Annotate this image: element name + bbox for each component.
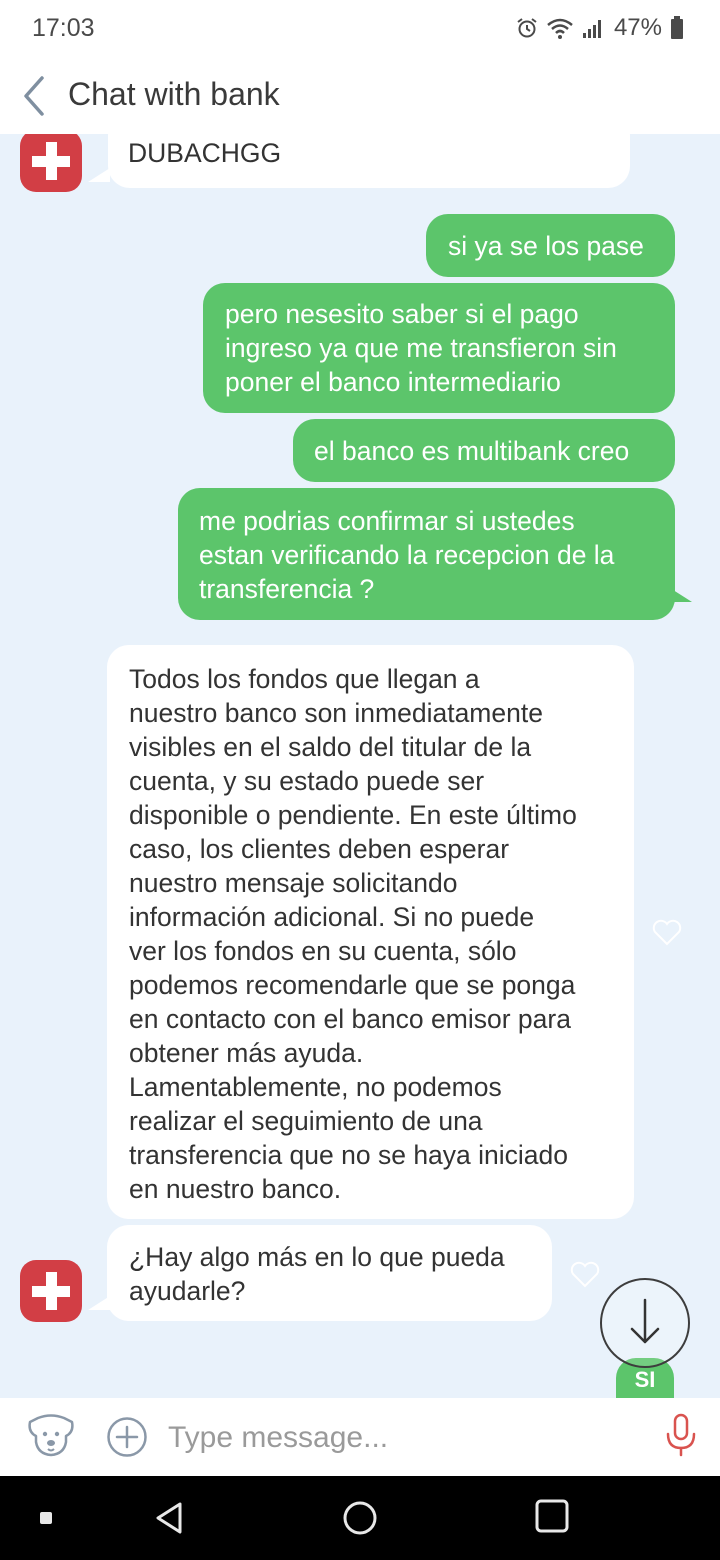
- message-line: pero nesesito saber si el pago: [225, 299, 579, 329]
- nav-indicator-icon: [40, 1512, 52, 1524]
- message-outgoing[interactable]: el banco es multibank creo: [293, 419, 675, 482]
- message-line: en contacto con el banco emisor para: [129, 1004, 571, 1034]
- message-line: caso, los clientes deben esperar: [129, 834, 510, 864]
- message-line: ver los fondos en su cuenta, sólo: [129, 936, 517, 966]
- battery-icon: [671, 16, 683, 39]
- bank-avatar: [20, 1260, 82, 1322]
- status-time: 17:03: [32, 14, 95, 42]
- message-line: me podrias confirmar si ustedes: [199, 506, 575, 536]
- back-button[interactable]: [16, 74, 56, 118]
- message-text: si ya se los pase: [448, 231, 644, 261]
- message-line: transferencia que no se haya iniciado: [129, 1140, 569, 1170]
- message-input[interactable]: [166, 1412, 640, 1464]
- triangle-back-icon: [156, 1502, 182, 1534]
- message-line: cuenta, y su estado puede ser: [129, 766, 485, 796]
- system-nav-bar: [0, 1476, 720, 1560]
- message-text: el banco es multibank creo: [314, 436, 630, 466]
- chat-area[interactable]: DUBACHGG si ya se los pase pero nesesito…: [0, 134, 720, 1398]
- message-line: podemos recomendarle que se ponga: [129, 970, 576, 1000]
- chevron-left-icon: [24, 76, 44, 116]
- app-bar: Chat with bank: [0, 56, 720, 134]
- dog-button[interactable]: [26, 1412, 76, 1458]
- message-incoming[interactable]: DUBACHGG: [108, 134, 630, 188]
- message-text: DUBACHGG: [128, 138, 282, 168]
- message-line: en nuestro banco.: [129, 1174, 342, 1204]
- message-incoming[interactable]: ¿Hay algo más en lo que pueda ayudarle?: [107, 1225, 552, 1321]
- message-line: ingreso ya que me transfieron sin: [225, 333, 617, 363]
- message-line: estan verificando la recepcion de la: [199, 540, 615, 570]
- message-line: obtener más ayuda.: [129, 1038, 364, 1068]
- square-overview-icon: [535, 1499, 569, 1533]
- message-line: poner el banco intermediario: [225, 367, 561, 397]
- bank-avatar: [20, 134, 82, 192]
- message-line: Lamentablemente, no podemos: [129, 1072, 502, 1102]
- wifi-icon: [547, 18, 573, 39]
- status-bar: 17:03 47%: [0, 0, 720, 56]
- circle-home-icon: [343, 1501, 377, 1535]
- message-outgoing[interactable]: me podrias confirmar si ustedes estan ve…: [178, 488, 675, 620]
- nav-overview-button[interactable]: [534, 1498, 570, 1534]
- message-line: ayudarle?: [129, 1276, 246, 1306]
- message-line: información adicional. Si no puede: [129, 902, 535, 932]
- message-line: realizar el seguimiento de una: [129, 1106, 483, 1136]
- message-line: ¿Hay algo más en lo que pueda: [129, 1242, 505, 1272]
- plus-circle-icon: [107, 1417, 147, 1457]
- message-incoming[interactable]: Todos los fondos que llegan a nuestro ba…: [107, 645, 634, 1219]
- heart-icon[interactable]: [570, 1260, 600, 1288]
- nav-back-button[interactable]: [150, 1498, 190, 1538]
- add-attachment-button[interactable]: [106, 1416, 148, 1458]
- message-line: nuestro banco son inmediatamente: [129, 698, 543, 728]
- message-line: Todos los fondos que llegan a: [129, 664, 480, 694]
- scroll-down-button[interactable]: [600, 1278, 690, 1368]
- page-title: Chat with bank: [68, 76, 280, 112]
- microphone-button[interactable]: [664, 1412, 698, 1458]
- status-icons: 47%: [516, 14, 684, 42]
- alarm-icon: [517, 18, 537, 38]
- heart-icon[interactable]: [652, 918, 682, 946]
- message-line: disponible o pendiente. En este último: [129, 800, 577, 830]
- message-outgoing[interactable]: si ya se los pase: [426, 214, 675, 277]
- dog-icon: [28, 1414, 74, 1457]
- arrow-down-icon: [630, 1298, 660, 1344]
- message-line: transferencia ?: [199, 574, 375, 604]
- message-line: visibles en el saldo del titular de la: [129, 732, 532, 762]
- bubble-tail: [88, 168, 110, 182]
- microphone-icon: [666, 1413, 696, 1457]
- battery-percent: 47%: [613, 14, 662, 41]
- nav-home-button[interactable]: [340, 1498, 380, 1538]
- message-outgoing[interactable]: pero nesesito saber si el pago ingreso y…: [203, 283, 675, 413]
- signal-icon: [582, 20, 601, 38]
- message-line: nuestro mensaje solicitando: [129, 868, 458, 898]
- message-input-bar: [0, 1398, 720, 1476]
- bubble-tail: [670, 588, 692, 602]
